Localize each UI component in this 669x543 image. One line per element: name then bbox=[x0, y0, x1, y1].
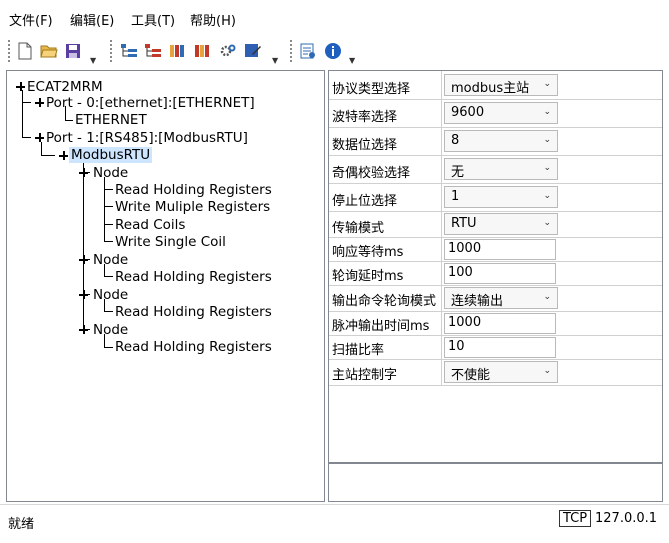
pulse-time-input[interactable]: 1000 bbox=[444, 313, 556, 334]
device-tree: ECAT2MRM Port - 0:[ethernet]:[ETHERNET] … bbox=[6, 70, 325, 502]
expand-port1-icon[interactable] bbox=[35, 133, 44, 142]
expand-protocol-icon[interactable] bbox=[59, 151, 68, 160]
chevron-down-icon: ⌄ bbox=[543, 366, 551, 376]
chevron-down-icon: ⌄ bbox=[543, 292, 551, 302]
settings-gear-icon[interactable] bbox=[219, 42, 237, 60]
new-file-icon[interactable] bbox=[16, 42, 34, 60]
expand-root-icon[interactable] bbox=[16, 82, 25, 91]
tree-modbusrtu[interactable]: ModbusRTU bbox=[69, 147, 153, 163]
upload-config-icon[interactable] bbox=[193, 42, 211, 60]
about-info-icon[interactable] bbox=[324, 42, 342, 60]
tree-port-1[interactable]: Port - 1:[RS485]:[ModbusRTU] bbox=[46, 130, 248, 146]
tree-command[interactable]: Write Muliple Registers bbox=[115, 199, 270, 215]
status-bar: 就绪 TCP 127.0.0.1 bbox=[0, 504, 669, 543]
transfer-mode-select[interactable]: RTU ⌄ bbox=[444, 213, 558, 235]
menu-bar: 文件(F) 编辑(E) 工具(T) 帮助(H) bbox=[0, 0, 669, 34]
scan-ratio-input[interactable]: 10 bbox=[444, 337, 556, 358]
protocol-select[interactable]: modbus主站 ⌄ bbox=[444, 74, 558, 96]
tree-command[interactable]: Read Holding Registers bbox=[115, 269, 272, 285]
chevron-down-icon: ⌄ bbox=[543, 218, 551, 228]
tree-command[interactable]: Read Holding Registers bbox=[115, 182, 272, 198]
tree-node-3[interactable]: Node bbox=[93, 287, 128, 303]
response-wait-input[interactable]: 1000 bbox=[444, 239, 556, 260]
chevron-down-icon: ⌄ bbox=[543, 191, 551, 201]
prop-label: 脉冲输出时间ms bbox=[332, 319, 430, 334]
menu-tools[interactable]: 工具(T) bbox=[131, 10, 175, 29]
property-description-panel bbox=[328, 463, 663, 502]
prop-label: 波特率选择 bbox=[332, 110, 398, 125]
expand-node2-icon[interactable] bbox=[79, 255, 88, 264]
toolbar-overflow-arrow[interactable]: ▼ bbox=[90, 56, 96, 65]
expand-node3-icon[interactable] bbox=[79, 290, 88, 299]
edit-icon[interactable] bbox=[244, 42, 262, 60]
prop-row-databits: 数据位选择 8 ⌄ bbox=[329, 127, 662, 156]
tree-node-4[interactable]: Node bbox=[93, 322, 128, 338]
prop-row-output-poll-mode: 输出命令轮询模式 连续输出 ⌄ bbox=[329, 285, 662, 312]
chevron-down-icon: ⌄ bbox=[543, 107, 551, 117]
stop-bits-select[interactable]: 1 ⌄ bbox=[444, 186, 558, 208]
tree-command[interactable]: Read Holding Registers bbox=[115, 339, 272, 355]
prop-label: 轮询延时ms bbox=[332, 269, 404, 284]
parity-select[interactable]: 无 ⌄ bbox=[444, 158, 558, 180]
save-icon[interactable] bbox=[64, 42, 82, 60]
toolbar-overflow-arrow-2[interactable]: ▼ bbox=[272, 56, 278, 65]
data-bits-select[interactable]: 8 ⌄ bbox=[444, 130, 558, 152]
prop-label: 数据位选择 bbox=[332, 138, 398, 153]
tree-ethernet[interactable]: ETHERNET bbox=[75, 112, 147, 128]
connection-type-badge: TCP bbox=[559, 510, 592, 527]
toolbar-grip[interactable] bbox=[6, 40, 14, 62]
menu-help[interactable]: 帮助(H) bbox=[190, 10, 236, 29]
chevron-down-icon: ⌄ bbox=[543, 79, 551, 89]
baud-rate-select[interactable]: 9600 ⌄ bbox=[444, 102, 558, 124]
tree-node-1[interactable]: Node bbox=[93, 165, 128, 181]
prop-row-mode: 传输模式 RTU ⌄ bbox=[329, 211, 662, 238]
property-grid: 协议类型选择 modbus主站 ⌄ 波特率选择 9600 ⌄ 数据位选择 8 ⌄ 奇偶… bbox=[328, 70, 663, 463]
prop-row-scan-ratio: 扫描比率 10 bbox=[329, 335, 662, 360]
tree-command[interactable]: Read Holding Registers bbox=[115, 304, 272, 320]
menu-edit[interactable]: 编辑(E) bbox=[70, 10, 114, 29]
toolbar-grip-3[interactable] bbox=[288, 40, 296, 62]
prop-label: 扫描比率 bbox=[332, 343, 385, 358]
tree-root[interactable]: ECAT2MRM bbox=[27, 79, 103, 95]
prop-row-stopbits: 停止位选择 1 ⌄ bbox=[329, 183, 662, 212]
status-text: 就绪 bbox=[8, 517, 35, 532]
prop-row-baud: 波特率选择 9600 ⌄ bbox=[329, 99, 662, 128]
prop-label: 传输模式 bbox=[332, 221, 385, 236]
poll-delay-input[interactable]: 100 bbox=[444, 263, 556, 284]
prop-label: 主站控制字 bbox=[332, 368, 398, 383]
prop-row-master-control: 主站控制字 不使能 ⌄ bbox=[329, 359, 662, 386]
prop-row-poll-delay: 轮询延时ms 100 bbox=[329, 261, 662, 286]
prop-label: 停止位选择 bbox=[332, 194, 398, 209]
toolbar: ▼ ▼ ▼ bbox=[0, 34, 669, 66]
chevron-down-icon: ⌄ bbox=[543, 163, 551, 173]
open-folder-icon[interactable] bbox=[40, 42, 58, 60]
prop-row-pulse-time: 脉冲输出时间ms 1000 bbox=[329, 311, 662, 336]
expand-node1-icon[interactable] bbox=[79, 168, 88, 177]
device-info-icon[interactable] bbox=[299, 42, 317, 60]
add-port-icon[interactable] bbox=[120, 42, 138, 60]
expand-node4-icon[interactable] bbox=[79, 325, 88, 334]
prop-label: 输出命令轮询模式 bbox=[332, 294, 437, 309]
prop-label: 奇偶校验选择 bbox=[332, 166, 411, 181]
prop-label: 响应等待ms bbox=[332, 245, 404, 260]
tree-command[interactable]: Read Coils bbox=[115, 217, 185, 233]
chevron-down-icon: ⌄ bbox=[543, 135, 551, 145]
prop-row-protocol: 协议类型选择 modbus主站 ⌄ bbox=[329, 71, 662, 100]
menu-file[interactable]: 文件(F) bbox=[9, 10, 53, 29]
master-control-select[interactable]: 不使能 ⌄ bbox=[444, 361, 558, 383]
output-poll-mode-select[interactable]: 连续输出 ⌄ bbox=[444, 287, 558, 309]
prop-row-response-wait: 响应等待ms 1000 bbox=[329, 237, 662, 262]
prop-row-parity: 奇偶校验选择 无 ⌄ bbox=[329, 155, 662, 184]
add-node-icon[interactable] bbox=[144, 42, 162, 60]
tree-command[interactable]: Write Single Coil bbox=[115, 234, 226, 250]
connection-address: 127.0.0.1 bbox=[595, 511, 658, 526]
tree-port-0[interactable]: Port - 0:[ethernet]:[ETHERNET] bbox=[46, 95, 255, 111]
tree-node-2[interactable]: Node bbox=[93, 252, 128, 268]
prop-label: 协议类型选择 bbox=[332, 82, 411, 97]
toolbar-grip-2[interactable] bbox=[108, 40, 116, 62]
toolbar-overflow-arrow-3[interactable]: ▼ bbox=[349, 56, 355, 65]
download-config-icon[interactable] bbox=[168, 42, 186, 60]
expand-port0-icon[interactable] bbox=[35, 98, 44, 107]
